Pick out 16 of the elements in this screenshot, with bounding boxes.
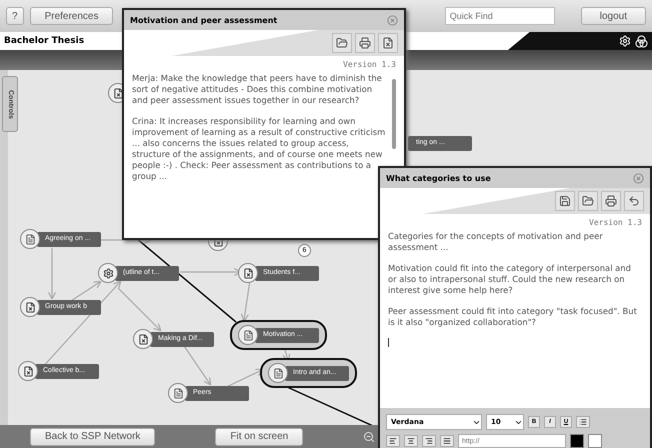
quick-find-field[interactable]: Quick Find <box>444 7 555 25</box>
note-paragraph: Categories for the concepts of motivation and peer assessment ... <box>388 231 604 253</box>
note-paragraph: Motivation could fit into the category of interpersonal and or also to intrapersonal stuff. Could the new research on interest give some help here? <box>388 263 632 296</box>
logout-button[interactable]: logout <box>580 7 646 25</box>
help-button[interactable]: ? <box>6 7 24 25</box>
note-paragraph: Merja: Make the knowledge that peers have to diminish the sort of negative attitudes - Does this combine motivation and peer assessment issues together in our research? <box>132 73 383 106</box>
window-title: What categories to use <box>386 174 491 182</box>
project-title: Bachelor Thesis <box>3 36 84 46</box>
back-button[interactable]: Back to SSP Network <box>30 428 156 446</box>
note-paragraph: Peer assessment could fit into category "task focused". But is it also "organized collaboration"? <box>388 306 638 328</box>
version-label: Version 1.3 <box>588 217 643 229</box>
window-title: Motivation and peer assessment <box>130 16 278 24</box>
fit-button[interactable]: Fit on screen <box>215 428 304 446</box>
preferences-button[interactable]: Preferences <box>30 7 114 25</box>
note-paragraph: Crina: It increases responsibility for learning and own improvement of learning as a result of constructive criticism ... also concerns the issues related to group access, structure of the assignments, and of course one meets new people :-) . Check: Peer assessment as contributions to a group ... <box>132 116 386 182</box>
version-label: Version 1.3 <box>342 59 397 71</box>
